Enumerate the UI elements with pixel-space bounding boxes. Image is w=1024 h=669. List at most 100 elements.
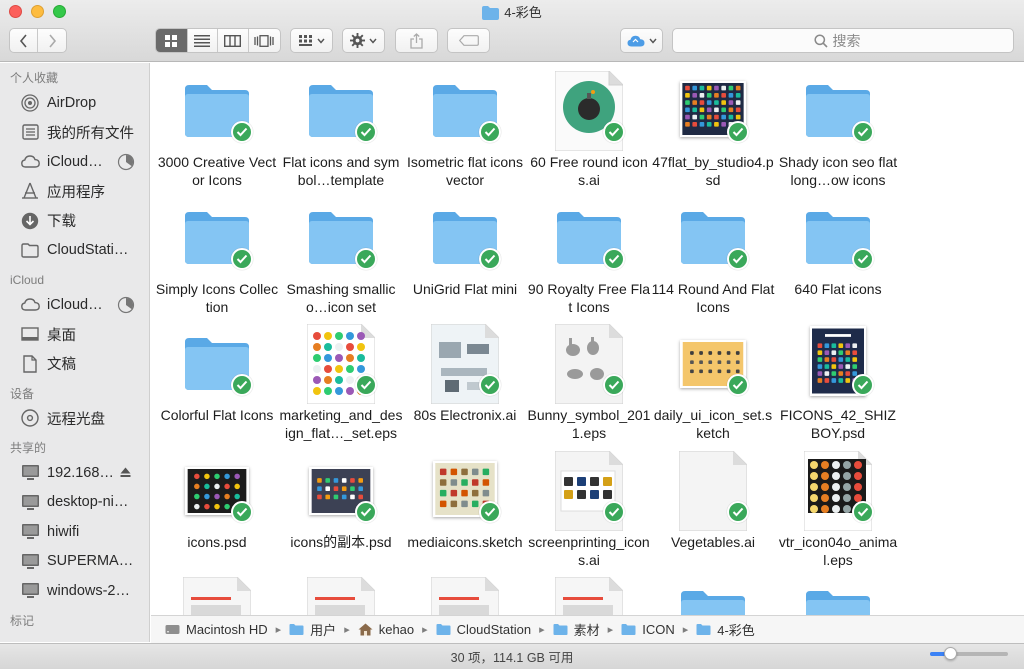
file-thumbnail <box>155 196 279 276</box>
file-thumbnail <box>776 196 900 276</box>
path-crumb-label: 用户 <box>310 623 337 638</box>
column-view-button[interactable] <box>218 29 249 52</box>
action-button[interactable] <box>342 28 385 53</box>
file-item[interactable] <box>155 575 279 615</box>
sidebar-item[interactable]: iCloud… <box>0 290 149 320</box>
synced-checkmark-icon <box>231 248 253 270</box>
file-item[interactable]: mediaicons.sketch <box>403 449 527 551</box>
folder-icon <box>289 623 310 636</box>
computer-icon <box>20 492 40 512</box>
file-item[interactable]: 640 Flat icons <box>776 196 900 298</box>
chevron-right-icon <box>48 33 56 48</box>
file-item[interactable]: 114 Round And Flat Icons <box>651 196 775 316</box>
sidebar-item[interactable]: 下载 <box>0 206 149 236</box>
file-item[interactable]: UniGrid Flat mini <box>403 196 527 298</box>
tags-button[interactable] <box>447 28 490 53</box>
forward-button[interactable] <box>38 29 66 52</box>
file-item[interactable]: 3000 Creative Vector Icons <box>155 69 279 189</box>
file-item[interactable] <box>776 575 900 615</box>
icloud-button[interactable] <box>620 28 663 53</box>
file-item[interactable]: icons的副本.psd <box>279 449 403 551</box>
file-thumbnail <box>651 196 775 276</box>
file-item[interactable]: Shady icon seo flat long…ow icons <box>776 69 900 189</box>
sidebar-item[interactable]: 文稿 <box>0 349 149 379</box>
icloud-icon <box>20 295 40 315</box>
file-item[interactable]: Smashing smallico…icon set <box>279 196 403 316</box>
sidebar-item[interactable]: SUPERMA… <box>0 547 149 577</box>
sidebar-item[interactable]: windows-2… <box>0 576 149 606</box>
file-name: UniGrid Flat mini <box>412 281 518 297</box>
icon-view-button[interactable] <box>156 29 188 52</box>
file-name: 60 Free round icons.ai <box>530 154 648 188</box>
icon-size-slider[interactable] <box>930 647 1008 660</box>
file-item[interactable] <box>527 575 651 615</box>
search-field[interactable] <box>672 28 1014 53</box>
document-icon <box>307 577 375 615</box>
file-item[interactable]: Flat icons and symbol…template <box>279 69 403 189</box>
path-crumb[interactable]: Macintosh HD <box>165 622 268 637</box>
synced-checkmark-icon <box>603 248 625 270</box>
file-item[interactable]: daily_ui_icon_set.sketch <box>651 322 775 442</box>
file-item[interactable]: screenprinting_icons.ai <box>527 449 651 569</box>
folder-icon <box>681 591 745 615</box>
arrange-button[interactable] <box>290 28 333 53</box>
sidebar-item[interactable]: hiwifi <box>0 517 149 547</box>
search-input[interactable] <box>832 32 873 49</box>
file-item[interactable]: icons.psd <box>155 449 279 551</box>
list-view-button[interactable] <box>188 29 219 52</box>
file-item[interactable]: vtr_icon04o_animal.eps <box>776 449 900 569</box>
file-item[interactable]: Isometric flat icons vector <box>403 69 527 189</box>
file-item[interactable]: Colorful Flat Icons <box>155 322 279 424</box>
coverflow-view-button[interactable] <box>249 29 280 52</box>
columns-icon <box>224 34 242 47</box>
sidebar-item[interactable]: CloudStati… <box>0 236 149 266</box>
file-item[interactable]: 80s Electronix.ai <box>403 322 527 424</box>
file-item[interactable] <box>403 575 527 615</box>
file-thumbnail <box>403 196 527 276</box>
arrange-grid-icon <box>298 34 312 46</box>
sidebar-item[interactable]: 远程光盘 <box>0 404 149 434</box>
file-item[interactable]: Bunny_symbol_2011.eps <box>527 322 651 442</box>
file-thumbnail <box>155 575 279 615</box>
file-name: Simply Icons Collection <box>155 281 279 315</box>
path-crumb[interactable]: 4-彩色 <box>696 620 755 639</box>
sidebar-item[interactable]: AirDrop <box>0 88 149 118</box>
file-item[interactable]: 60 Free round icons.ai <box>527 69 651 189</box>
file-item[interactable] <box>279 575 403 615</box>
path-crumb[interactable]: 素材 <box>553 620 600 639</box>
synced-checkmark-icon <box>479 121 501 143</box>
sidebar: 个人收藏 AirDrop 我的所有文件 iCloud… 应用程序 下载 CloudStati… <box>0 63 150 642</box>
file-item[interactable]: marketing_and_design_flat…_set.eps <box>279 322 403 442</box>
sidebar-item-label: 远程光盘 <box>47 411 105 428</box>
sidebar-item[interactable]: iCloud… <box>0 147 149 177</box>
file-item[interactable]: FICONS_42_SHIZBOY.psd <box>776 322 900 442</box>
path-crumb[interactable]: ICON <box>621 622 675 637</box>
file-item[interactable] <box>651 575 775 615</box>
synced-checkmark-icon <box>231 121 253 143</box>
slider-knob[interactable] <box>943 647 957 660</box>
file-item[interactable]: Vegetables.ai <box>651 449 775 551</box>
path-crumb[interactable]: kehao <box>358 622 414 637</box>
share-button[interactable] <box>395 28 438 53</box>
file-item[interactable]: 47flat_by_studio4.psd <box>651 69 775 189</box>
synced-checkmark-icon <box>603 501 625 523</box>
path-crumb-label: Macintosh HD <box>186 622 268 637</box>
sidebar-item[interactable]: 我的所有文件 <box>0 118 149 148</box>
file-item[interactable]: Simply Icons Collection <box>155 196 279 316</box>
folder-icon <box>436 623 457 636</box>
search-icon <box>813 33 828 48</box>
file-name: Vegetables.ai <box>670 534 756 550</box>
path-crumb[interactable]: 用户 <box>289 620 336 639</box>
file-thumbnail <box>279 196 403 276</box>
eject-icon[interactable] <box>120 466 131 482</box>
file-item[interactable]: 90 Royalty Free Flat Icons <box>527 196 651 316</box>
sidebar-item[interactable]: 桌面 <box>0 320 149 350</box>
sidebar-item[interactable]: 192.168… <box>0 458 149 488</box>
back-button[interactable] <box>10 29 39 52</box>
sidebar-item[interactable]: desktop-ni… <box>0 488 149 518</box>
sidebar-item[interactable]: 应用程序 <box>0 177 149 207</box>
hard-disk-icon <box>165 623 186 636</box>
path-crumb[interactable]: CloudStation <box>436 622 531 637</box>
sidebar-item-label: iCloud… <box>47 153 103 170</box>
sidebar-item-label: desktop-ni… <box>47 494 129 511</box>
